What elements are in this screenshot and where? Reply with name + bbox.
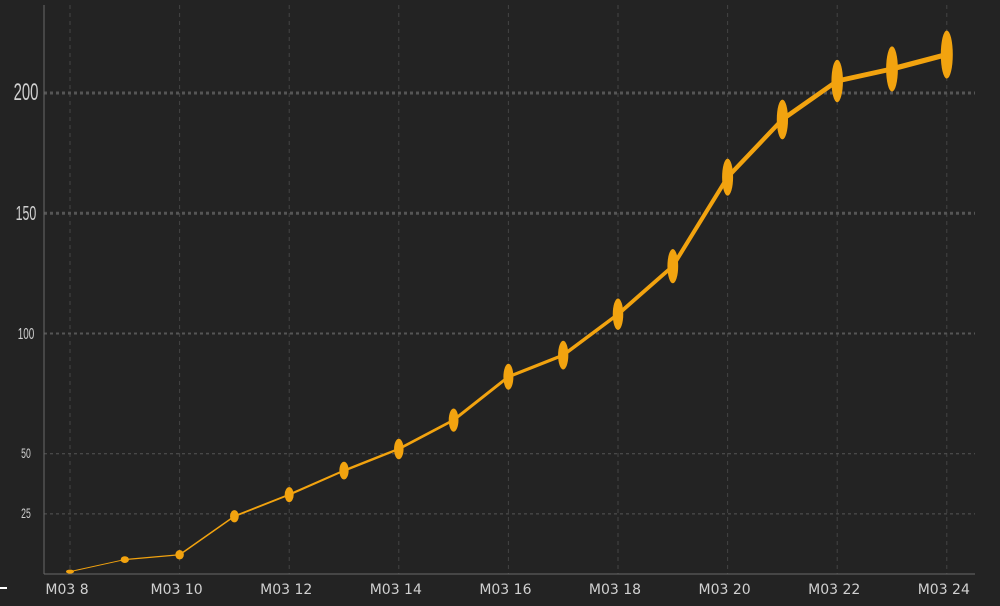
data-point [66,569,74,574]
y-tick-labels: 25 50 100 150 200 [14,80,39,522]
data-point [940,30,953,79]
y-tick-label: 50 [21,446,31,462]
data-point [175,550,184,560]
data-point [667,249,679,284]
x-tick-label: M03 16 [479,582,531,598]
data-point [503,363,514,390]
x-tick-label: M03 18 [589,582,641,598]
data-point [448,408,459,432]
series-line-segment [452,375,510,422]
x-tick-label: M03 14 [370,582,422,598]
y-tick-label: 150 [16,202,37,225]
series-line-segment [506,353,565,379]
series-line-segment [69,559,126,573]
series-line-segment [178,515,236,556]
data-point [339,461,349,480]
line-chart: 2550100150200 M03 8 M03 10 M03 12 M03 14 M03… [0,5,975,598]
series-line-segment [780,78,840,122]
series-line-segment [889,51,950,72]
series-line-segment [670,175,730,269]
series-line-segment [616,264,675,317]
data-point [230,510,239,523]
horizontal-gridlines [44,91,975,515]
x-tick-label: M03 12 [260,582,312,598]
series-line-segment [725,117,785,180]
data-points [66,30,953,574]
data-point [886,46,898,92]
series-line-segment [561,312,620,357]
data-point [284,487,294,503]
data-point [831,59,843,103]
y-tick-label: 200 [14,80,39,106]
x-tick-labels: M03 8 M03 10 M03 12 M03 14 M03 16 M03 18 M03 2… [45,582,970,598]
series-line-segment [834,66,895,84]
x-tick-label: M03 24 [918,582,970,598]
vertical-gridlines [69,5,948,574]
series-line-segment [124,554,181,561]
data-point [612,298,624,331]
data-point [776,99,789,140]
x-tick-label: M03 22 [808,582,860,598]
data-point [722,158,734,196]
series-line-segment [233,493,291,518]
data-point [558,340,569,370]
x-tick-label: M03 10 [151,582,203,598]
series-line-segment [288,469,346,496]
y-tick-label: 25 [21,506,31,522]
data-point [394,438,404,460]
x-tick-label: M03 8 [45,582,88,598]
data-point [120,556,129,563]
series-line-segment [342,447,401,472]
series-line-segment [397,418,455,451]
x-tick-label: M03 20 [699,582,751,598]
chart-container: 25 50 100 150 200 M03 8 M03 10 M03 12 M03 14 M03… [0,0,1000,606]
y-tick-label: 100 [18,324,35,342]
